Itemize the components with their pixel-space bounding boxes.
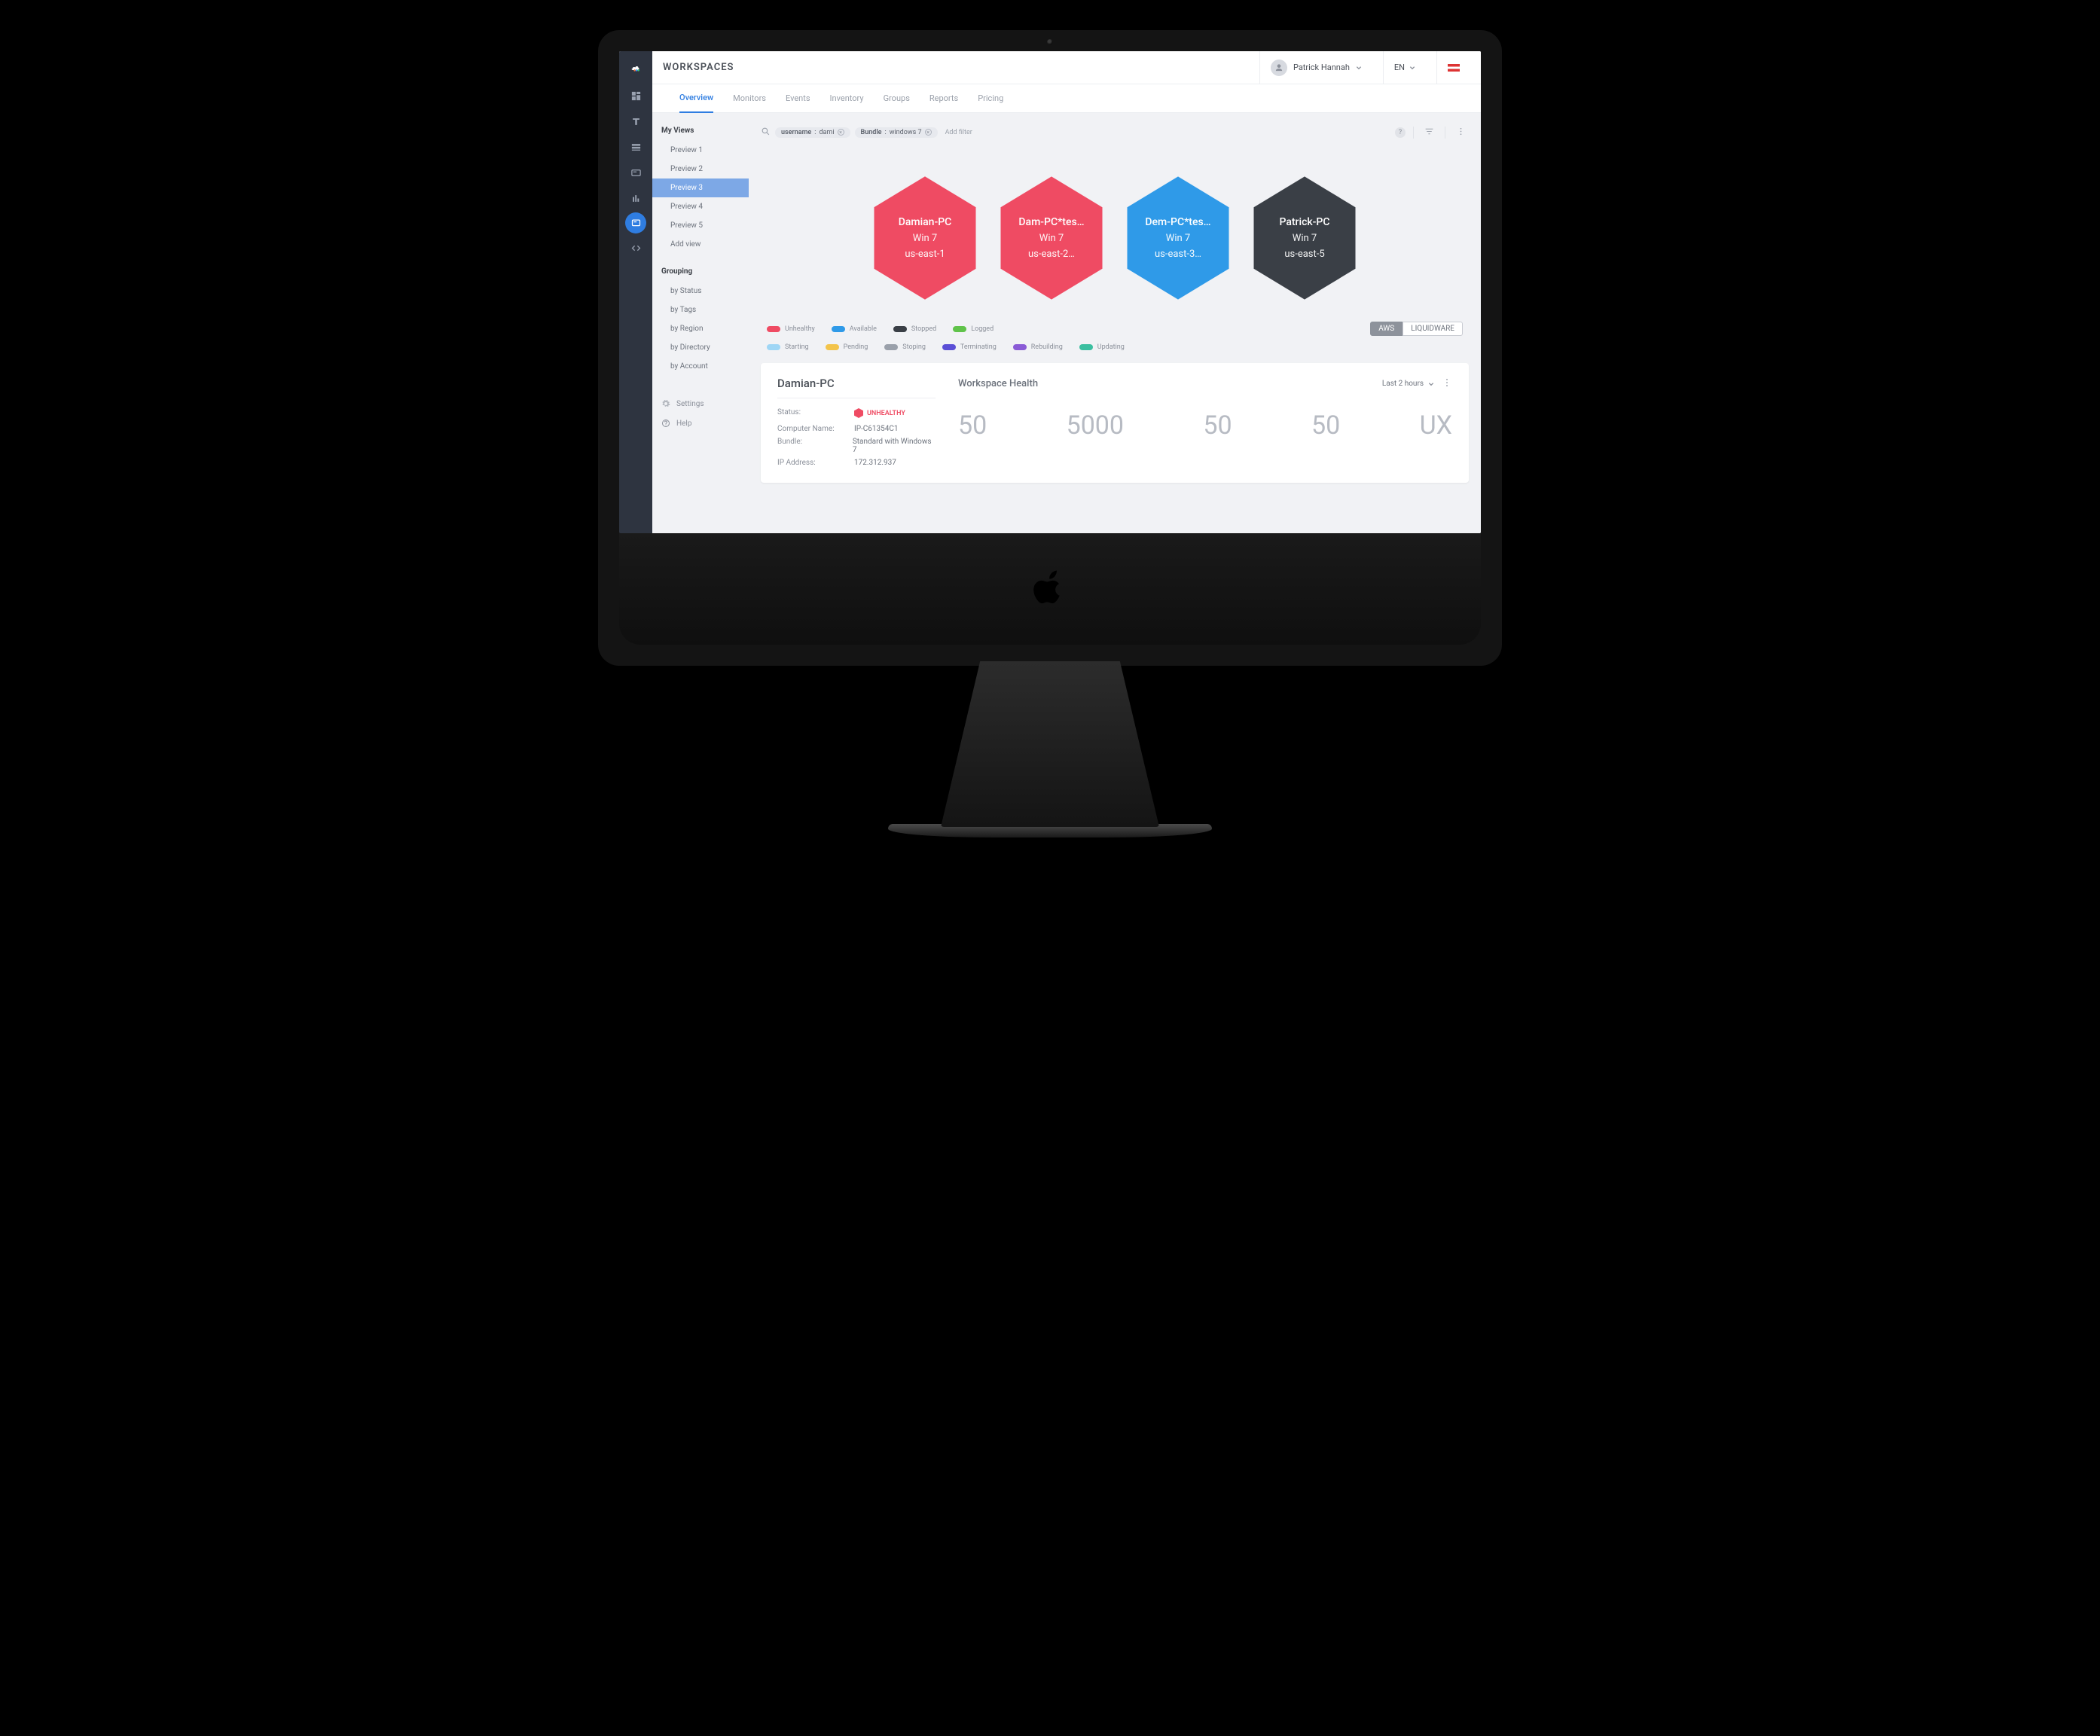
- gear-icon: [661, 399, 670, 408]
- metric-4: 50: [1311, 410, 1340, 441]
- tab-groups[interactable]: Groups: [884, 84, 910, 112]
- health-metrics: 50 5000 50 50 UX: [958, 391, 1452, 441]
- legend-unhealthy: Unhealthy: [767, 322, 815, 336]
- sidebar-group-region[interactable]: by Region: [652, 319, 749, 338]
- metric-5: UX: [1420, 410, 1452, 441]
- workspace-hex-3[interactable]: Dem-PC*tes… Win 7 us-east-3…: [1122, 174, 1235, 302]
- chevron-down-icon: [1356, 65, 1362, 71]
- main-content: username : dami× Bundle : windows 7× Add…: [749, 113, 1481, 533]
- workspace-hex-1[interactable]: Damian-PC Win 7 us-east-1: [868, 174, 981, 302]
- workspace-hex-4[interactable]: Patrick-PC Win 7 us-east-5: [1248, 174, 1361, 302]
- metric-2: 5000: [1067, 410, 1124, 441]
- time-range-selector[interactable]: Last 2 hours: [1382, 380, 1434, 388]
- language-selector[interactable]: EN: [1383, 51, 1426, 84]
- sidebar: My Views Preview 1 Preview 2 Preview 3 P…: [652, 113, 749, 533]
- region-flag[interactable]: [1436, 51, 1470, 84]
- search-icon[interactable]: [761, 125, 771, 139]
- sidebar-grouping-title: Grouping: [652, 261, 749, 282]
- sidebar-view-3[interactable]: Preview 3: [652, 178, 749, 197]
- hex-mini-icon: [854, 408, 863, 418]
- rail-card-icon[interactable]: [623, 161, 649, 184]
- apple-logo-icon: [1032, 567, 1068, 609]
- metric-1: 50: [958, 410, 987, 441]
- legend-stoping: Stoping: [884, 343, 926, 351]
- nav-rail: [619, 51, 652, 533]
- tab-overview[interactable]: Overview: [679, 84, 713, 113]
- status-legend: Unhealthy Available Stopped Logged AWS L…: [761, 317, 1469, 355]
- flag-icon: [1448, 64, 1460, 72]
- tab-reports[interactable]: Reports: [929, 84, 958, 112]
- tab-pricing[interactable]: Pricing: [978, 84, 1003, 112]
- detail-panel: Damian-PC Status: UNHEALTHY Computer Nam…: [761, 363, 1469, 483]
- sidebar-group-status[interactable]: by Status: [652, 282, 749, 301]
- camera-dot: [1047, 39, 1053, 45]
- detail-title: Damian-PC: [777, 377, 936, 398]
- sidebar-settings[interactable]: Settings: [652, 394, 749, 413]
- legend-rebuilding: Rebuilding: [1013, 343, 1063, 351]
- detail-row-bundle: Bundle:Standard with Windows 7: [777, 435, 936, 456]
- remove-chip-icon[interactable]: ×: [925, 129, 932, 136]
- health-title: Workspace Health: [958, 378, 1038, 389]
- language-label: EN: [1394, 63, 1405, 72]
- tab-events[interactable]: Events: [786, 84, 810, 112]
- sidebar-views-title: My Views: [652, 121, 749, 141]
- sidebar-add-view[interactable]: Add view: [652, 235, 749, 254]
- top-bar: WORKSPACES Patrick Hannah EN: [652, 51, 1481, 84]
- user-menu[interactable]: Patrick Hannah: [1259, 51, 1372, 84]
- tab-bar: Overview Monitors Events Inventory Group…: [652, 84, 1481, 113]
- chevron-down-icon: [1428, 381, 1434, 387]
- sidebar-view-4[interactable]: Preview 4: [652, 197, 749, 216]
- filter-chip-username[interactable]: username : dami×: [775, 127, 850, 138]
- help-icon: [661, 419, 670, 428]
- metric-3: 50: [1203, 410, 1232, 441]
- user-name: Patrick Hannah: [1293, 63, 1350, 72]
- sidebar-group-directory[interactable]: by Directory: [652, 338, 749, 357]
- source-toggle-liquidware[interactable]: LIQUIDWARE: [1403, 322, 1463, 336]
- rail-code-icon[interactable]: [623, 236, 649, 259]
- panel-more-icon[interactable]: [1442, 377, 1452, 391]
- rail-text-icon[interactable]: [623, 110, 649, 133]
- rail-table-icon[interactable]: [623, 136, 649, 158]
- sidebar-view-1[interactable]: Preview 1: [652, 141, 749, 160]
- app-logo: [623, 56, 649, 81]
- imac-chin: [619, 532, 1481, 645]
- sidebar-view-5[interactable]: Preview 5: [652, 216, 749, 235]
- tab-monitors[interactable]: Monitors: [733, 84, 766, 112]
- help-badge-icon[interactable]: ?: [1395, 127, 1406, 138]
- remove-chip-icon[interactable]: ×: [838, 129, 844, 136]
- avatar-icon: [1271, 59, 1287, 76]
- chevron-down-icon: [1409, 65, 1415, 71]
- workspace-hex-grid: Damian-PC Win 7 us-east-1 Dam-PC*tes… Wi…: [761, 151, 1469, 310]
- status-badge: UNHEALTHY: [854, 408, 905, 418]
- sidebar-help[interactable]: Help: [652, 413, 749, 433]
- legend-starting: Starting: [767, 343, 809, 351]
- source-toggle-aws[interactable]: AWS: [1370, 322, 1403, 336]
- detail-row-status: Status: UNHEALTHY: [777, 406, 936, 423]
- rail-workspace-icon[interactable]: [625, 212, 646, 233]
- add-filter-button[interactable]: Add filter: [945, 129, 972, 136]
- sidebar-view-2[interactable]: Preview 2: [652, 160, 749, 178]
- sidebar-group-tags[interactable]: by Tags: [652, 301, 749, 319]
- filter-settings-icon[interactable]: [1421, 122, 1437, 142]
- legend-available: Available: [832, 322, 877, 336]
- legend-logged: Logged: [953, 322, 994, 336]
- more-menu-icon[interactable]: [1453, 122, 1469, 142]
- rail-chart-icon[interactable]: [623, 187, 649, 209]
- legend-stopped: Stopped: [893, 322, 936, 336]
- legend-pending: Pending: [826, 343, 868, 351]
- imac-stand: [941, 661, 1159, 827]
- sidebar-group-account[interactable]: by Account: [652, 357, 749, 376]
- legend-updating: Updating: [1079, 343, 1125, 351]
- filter-bar: username : dami× Bundle : windows 7× Add…: [761, 121, 1469, 144]
- filter-chip-bundle[interactable]: Bundle : windows 7×: [855, 127, 938, 138]
- rail-dashboard-icon[interactable]: [623, 84, 649, 107]
- tab-inventory[interactable]: Inventory: [830, 84, 864, 112]
- legend-terminating: Terminating: [942, 343, 997, 351]
- detail-row-ip: IP Address:172.312.937: [777, 456, 936, 469]
- page-title: WORKSPACES: [663, 62, 734, 73]
- detail-row-computer: Computer Name:IP-C61354C1: [777, 423, 936, 435]
- settings-label: Settings: [676, 400, 704, 408]
- help-label: Help: [676, 420, 691, 428]
- workspace-hex-2[interactable]: Dam-PC*tes… Win 7 us-east-2…: [995, 174, 1108, 302]
